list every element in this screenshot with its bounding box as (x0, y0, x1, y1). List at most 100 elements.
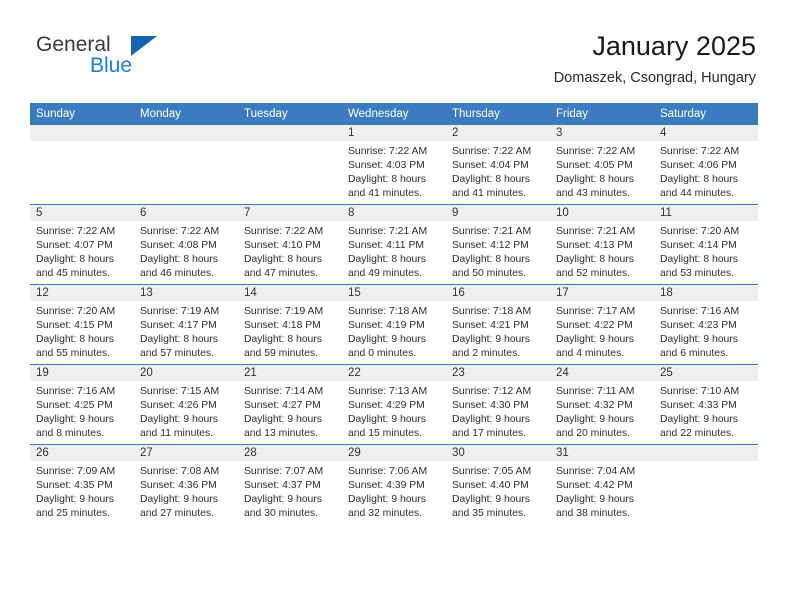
sunset-text: Sunset: 4:26 PM (140, 400, 217, 412)
daylight-text-line2: and 32 minutes. (348, 508, 422, 520)
sunrise-text: Sunrise: 7:20 AM (36, 306, 116, 317)
calendar-page: General Blue January 2025 Domaszek, Cson… (0, 0, 792, 612)
day-number: 25 (654, 365, 758, 381)
day-number: 17 (550, 285, 654, 301)
calendar-week-row: 5 Sunrise: 7:22 AM Sunset: 4:07 PM Daylight… (30, 204, 758, 285)
calendar-day-cell: 10 Sunrise: 7:21 AM Sunset: 4:13 PM Dayligh… (550, 204, 654, 285)
day-number: 15 (342, 285, 446, 301)
sunset-text: Sunset: 4:14 PM (660, 240, 737, 252)
calendar-day-cell: 14 Sunrise: 7:19 AM Sunset: 4:18 PM Dayligh… (238, 284, 342, 365)
daylight-text-line2: and 17 minutes. (452, 428, 526, 440)
calendar-day-cell: 23 Sunrise: 7:12 AM Sunset: 4:30 PM Dayligh… (446, 364, 550, 445)
sunset-text: Sunset: 4:32 PM (556, 400, 633, 412)
calendar-week-row: 26 Sunrise: 7:09 AM Sunset: 4:35 PM Dayligh… (30, 444, 758, 524)
day-number: 29 (342, 445, 446, 461)
calendar-day-cell-empty (238, 125, 342, 205)
day-details: Sunrise: 7:07 AM Sunset: 4:37 PM Daylight:… (238, 461, 342, 521)
daylight-text-line2: and 13 minutes. (244, 428, 318, 440)
weekday-header-thursday: Thursday (446, 103, 550, 125)
calendar-day-cell: 13 Sunrise: 7:19 AM Sunset: 4:17 PM Dayligh… (134, 284, 238, 365)
sunset-text: Sunset: 4:13 PM (556, 240, 633, 252)
calendar-day-cell: 21 Sunrise: 7:14 AM Sunset: 4:27 PM Dayligh… (238, 364, 342, 445)
day-number: 3 (550, 125, 654, 141)
daylight-text-line1: Daylight: 8 hours (244, 334, 322, 346)
day-details: Sunrise: 7:21 AM Sunset: 4:12 PM Daylight:… (446, 221, 550, 281)
calendar-day-cell: 24 Sunrise: 7:11 AM Sunset: 4:32 PM Dayligh… (550, 364, 654, 445)
sunset-text: Sunset: 4:11 PM (348, 240, 425, 252)
day-details: Sunrise: 7:20 AM Sunset: 4:14 PM Daylight:… (654, 221, 758, 281)
calendar-day-cell: 11 Sunrise: 7:20 AM Sunset: 4:14 PM Dayligh… (654, 204, 758, 285)
sunset-text: Sunset: 4:25 PM (36, 400, 113, 412)
daylight-text-line2: and 6 minutes. (660, 348, 729, 360)
day-details: Sunrise: 7:04 AM Sunset: 4:42 PM Daylight:… (550, 461, 654, 521)
day-details: Sunrise: 7:14 AM Sunset: 4:27 PM Daylight:… (238, 381, 342, 441)
sunset-text: Sunset: 4:17 PM (140, 320, 217, 332)
daylight-text-line2: and 38 minutes. (556, 508, 630, 520)
day-number: 26 (30, 445, 134, 461)
daylight-text-line1: Daylight: 9 hours (556, 414, 634, 426)
sunrise-text: Sunrise: 7:22 AM (556, 146, 636, 157)
calendar-day-cell-empty (134, 125, 238, 205)
sunset-text: Sunset: 4:12 PM (452, 240, 529, 252)
logo-text-general: General (36, 33, 111, 56)
day-details: Sunrise: 7:12 AM Sunset: 4:30 PM Daylight:… (446, 381, 550, 441)
daylight-text-line1: Daylight: 9 hours (140, 414, 218, 426)
day-details: Sunrise: 7:21 AM Sunset: 4:13 PM Daylight:… (550, 221, 654, 281)
calendar-day-cell: 12 Sunrise: 7:20 AM Sunset: 4:15 PM Dayligh… (30, 284, 134, 365)
day-number: 28 (238, 445, 342, 461)
daylight-text-line1: Daylight: 9 hours (556, 494, 634, 506)
day-number: 7 (238, 205, 342, 221)
sunset-text: Sunset: 4:23 PM (660, 320, 737, 332)
sunrise-text: Sunrise: 7:22 AM (452, 146, 532, 157)
day-details: Sunrise: 7:22 AM Sunset: 4:06 PM Daylight:… (654, 141, 758, 201)
daylight-text-line1: Daylight: 8 hours (36, 254, 114, 266)
day-details: Sunrise: 7:22 AM Sunset: 4:05 PM Daylight:… (550, 141, 654, 201)
day-number: 30 (446, 445, 550, 461)
daylight-text-line2: and 57 minutes. (140, 348, 214, 360)
calendar-day-cell: 3 Sunrise: 7:22 AM Sunset: 4:05 PM Daylight… (550, 125, 654, 205)
calendar-week-row: 1 Sunrise: 7:22 AM Sunset: 4:03 PM Daylight… (30, 125, 758, 205)
page-header: General Blue January 2025 Domaszek, Cson… (0, 0, 792, 100)
sunrise-text: Sunrise: 7:12 AM (452, 386, 532, 397)
daylight-text-line2: and 53 minutes. (660, 268, 734, 280)
day-number: 12 (30, 285, 134, 301)
sunset-text: Sunset: 4:18 PM (244, 320, 321, 332)
daylight-text-line2: and 8 minutes. (36, 428, 105, 440)
sunrise-text: Sunrise: 7:19 AM (140, 306, 220, 317)
daylight-text-line1: Daylight: 8 hours (452, 254, 530, 266)
calendar-day-cell: 25 Sunrise: 7:10 AM Sunset: 4:33 PM Dayligh… (654, 364, 758, 445)
calendar-week-row: 19 Sunrise: 7:16 AM Sunset: 4:25 PM Dayligh… (30, 364, 758, 445)
calendar-day-cell: 2 Sunrise: 7:22 AM Sunset: 4:04 PM Daylight… (446, 125, 550, 205)
calendar-week-row: 12 Sunrise: 7:20 AM Sunset: 4:15 PM Dayligh… (30, 284, 758, 365)
sunset-text: Sunset: 4:05 PM (556, 160, 633, 172)
sunrise-text: Sunrise: 7:22 AM (36, 226, 116, 237)
daylight-text-line1: Daylight: 9 hours (348, 414, 426, 426)
day-number: 4 (654, 125, 758, 141)
calendar-day-cell: 22 Sunrise: 7:13 AM Sunset: 4:29 PM Dayligh… (342, 364, 446, 445)
daylight-text-line1: Daylight: 9 hours (244, 414, 322, 426)
sunset-text: Sunset: 4:19 PM (348, 320, 425, 332)
day-details: Sunrise: 7:06 AM Sunset: 4:39 PM Daylight:… (342, 461, 446, 521)
day-number: 27 (134, 445, 238, 461)
daylight-text-line2: and 44 minutes. (660, 188, 734, 200)
calendar-day-cell: 31 Sunrise: 7:04 AM Sunset: 4:42 PM Dayligh… (550, 444, 654, 524)
daylight-text-line1: Daylight: 8 hours (348, 254, 426, 266)
sunset-text: Sunset: 4:33 PM (660, 400, 737, 412)
daylight-text-line1: Daylight: 8 hours (556, 254, 634, 266)
sunrise-text: Sunrise: 7:16 AM (36, 386, 116, 397)
daylight-text-line1: Daylight: 8 hours (244, 254, 322, 266)
calendar-body: 1 Sunrise: 7:22 AM Sunset: 4:03 PM Daylight… (30, 125, 758, 524)
day-number: 21 (238, 365, 342, 381)
day-details: Sunrise: 7:22 AM Sunset: 4:04 PM Daylight:… (446, 141, 550, 201)
daylight-text-line1: Daylight: 9 hours (452, 494, 530, 506)
sunrise-text: Sunrise: 7:19 AM (244, 306, 324, 317)
day-number: 19 (30, 365, 134, 381)
daylight-text-line2: and 41 minutes. (452, 188, 526, 200)
sunset-text: Sunset: 4:06 PM (660, 160, 737, 172)
day-number: 9 (446, 205, 550, 221)
sunset-text: Sunset: 4:15 PM (36, 320, 113, 332)
sunset-text: Sunset: 4:42 PM (556, 480, 633, 492)
calendar-day-cell: 7 Sunrise: 7:22 AM Sunset: 4:10 PM Daylight… (238, 204, 342, 285)
sunset-text: Sunset: 4:03 PM (348, 160, 425, 172)
day-details: Sunrise: 7:21 AM Sunset: 4:11 PM Daylight:… (342, 221, 446, 281)
